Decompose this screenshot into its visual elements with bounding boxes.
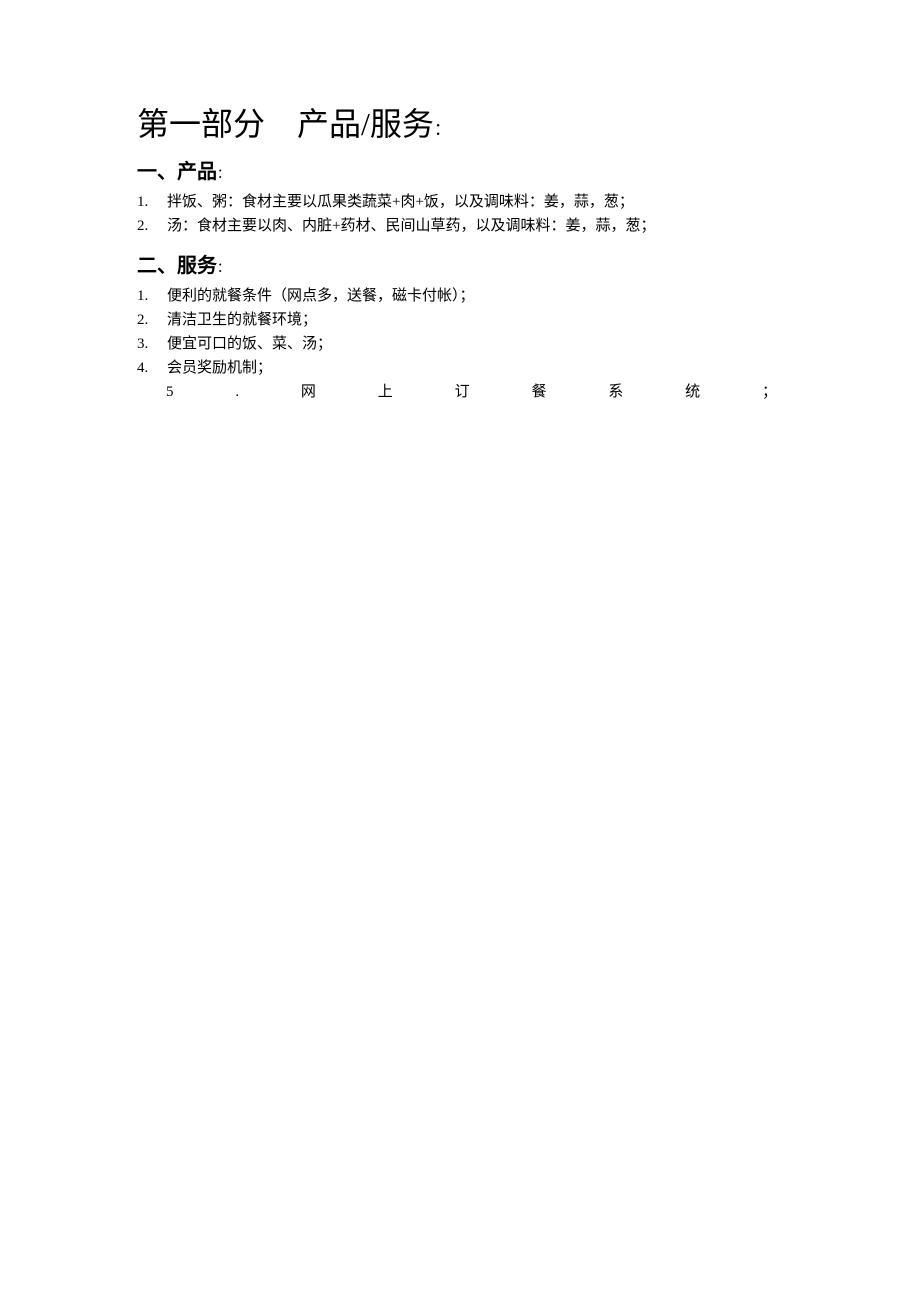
section-heading-products-label: 一、产品 — [137, 159, 217, 183]
justified-glyph: 统 — [685, 384, 701, 400]
justified-glyph: 订 — [454, 384, 470, 400]
section-heading-services: 二、服务： — [137, 252, 783, 278]
list-item-text: 便利的就餐条件（网点多，送餐，磁卡付帐）； — [167, 288, 475, 304]
list-item: 4. 会员奖励机制； — [137, 356, 783, 380]
section-heading-services-label: 二、服务 — [137, 253, 217, 277]
justified-glyph: 上 — [377, 384, 393, 400]
list-item: 2. 清洁卫生的就餐环境； — [137, 308, 783, 332]
list-item-marker: 4. — [137, 360, 149, 376]
document-page: 第一部分 产品/服务： 一、产品： 1. 拌饭、粥：食材主要以瓜果类蔬菜+肉+饭，以… — [0, 0, 920, 1302]
list-item-text: 汤：食材主要以肉、内脏+药材、民间山草药，以及调味料：姜，蒜，葱； — [167, 218, 656, 234]
justified-glyph: 餐 — [531, 384, 547, 400]
section-heading-products-colon: ： — [217, 166, 231, 181]
list-item: 2. 汤：食材主要以肉、内脏+药材、民间山草药，以及调味料：姜，蒜，葱； — [137, 214, 783, 238]
justified-glyph: . — [235, 384, 240, 400]
list-item: 3. 便宜可口的饭、菜、汤； — [137, 332, 783, 356]
section-heading-services-colon: ： — [217, 260, 231, 275]
list-item-text: 会员奖励机制； — [167, 360, 273, 376]
section-heading-products: 一、产品： — [137, 158, 783, 184]
list-item-marker: 1. — [137, 194, 149, 210]
justified-glyph: 网 — [300, 384, 316, 400]
list-item-marker: 2. — [137, 218, 149, 234]
list-item-marker: 1. — [137, 288, 149, 304]
list-item-text: 清洁卫生的就餐环境； — [167, 312, 318, 328]
service-list: 1. 便利的就餐条件（网点多，送餐，磁卡付帐）； 2. 清洁卫生的就餐环境； 3. 便… — [137, 284, 783, 404]
page-whitespace — [137, 404, 783, 1264]
title-colon: ： — [433, 120, 451, 139]
justified-glyph: 系 — [608, 384, 624, 400]
product-list: 1. 拌饭、粥：食材主要以瓜果类蔬菜+肉+饭，以及调味料：姜，蒜，葱； 2. 汤：食… — [137, 190, 783, 238]
list-item: 1. 便利的就餐条件（网点多，送餐，磁卡付帐）； — [137, 284, 783, 308]
list-item-text: 拌饭、粥：食材主要以瓜果类蔬菜+肉+饭，以及调味料：姜，蒜，葱； — [167, 194, 634, 210]
justified-glyph-row: 5. 网 上 订 餐 系 统 ； — [137, 380, 777, 404]
justified-glyph: 5 — [166, 384, 174, 400]
list-item-marker: 2. — [137, 312, 149, 328]
title-part-label: 第一部分 — [137, 106, 266, 142]
list-item-text: 便宜可口的饭、菜、汤； — [167, 336, 333, 352]
list-item-justified: 5. 网 上 订 餐 系 统 ； — [137, 380, 783, 404]
list-item: 1. 拌饭、粥：食材主要以瓜果类蔬菜+肉+饭，以及调味料：姜，蒜，葱； — [137, 190, 783, 214]
page-title: 第一部分 产品/服务： — [137, 104, 783, 144]
title-subject: 产品/服务 — [297, 106, 434, 142]
document-content: 第一部分 产品/服务： 一、产品： 1. 拌饭、粥：食材主要以瓜果类蔬菜+肉+饭，以… — [137, 104, 783, 1264]
justified-glyph: ； — [761, 384, 777, 400]
list-item-marker: 3. — [137, 336, 149, 352]
